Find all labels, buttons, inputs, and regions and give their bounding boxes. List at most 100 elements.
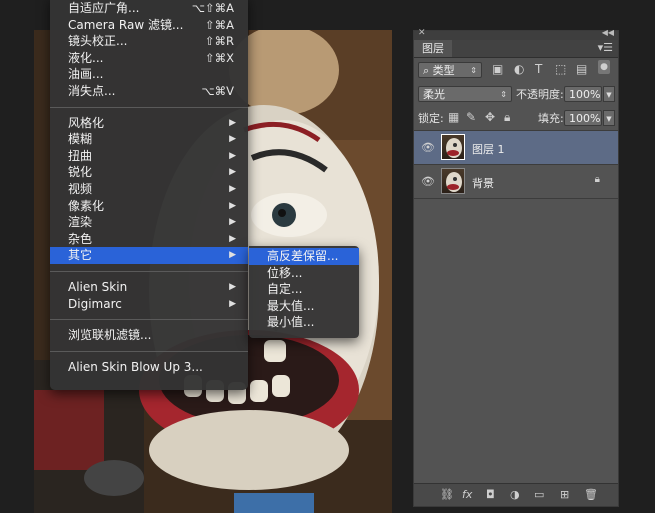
menu-item-label: 镜头校正...: [68, 34, 128, 49]
layers-panel: ✕ ◀◀ 图层 ▾☰ ⌕ 类型 ⇕ ▣ ◐ T ⬚ ▤ ● 柔光 ⇕ 不透明度:…: [413, 28, 619, 507]
menu-item-camera-raw[interactable]: Camera Raw 滤镜... ⇧⌘A: [50, 17, 248, 34]
layer-row-background[interactable]: 👁︎ 背景 🔒︎: [414, 165, 618, 199]
panel-title-strip: ✕ ◀◀: [414, 28, 618, 40]
menu-item-browse-filters-online[interactable]: 浏览联机滤镜...: [50, 327, 248, 344]
smart-object-filter-icon[interactable]: ▤: [576, 62, 587, 76]
blend-mode-dropdown[interactable]: 柔光 ⇕: [418, 86, 512, 102]
blend-mode-value: 柔光: [423, 88, 445, 101]
filter-menu: 自适应广角... ⌥⇧⌘A Camera Raw 滤镜... ⇧⌘A 镜头校正...…: [50, 0, 248, 390]
menu-item-noise[interactable]: 杂色 ▶: [50, 231, 248, 248]
menu-item-label: 模糊: [68, 132, 93, 147]
new-group-icon[interactable]: ▭: [534, 488, 544, 501]
menu-item-stylize[interactable]: 风格化 ▶: [50, 115, 248, 132]
menu-item-vanishing-point[interactable]: 消失点... ⌥⌘V: [50, 83, 248, 100]
filter-kind-value: 类型: [432, 64, 455, 77]
menu-item-label: 扭曲: [68, 148, 93, 163]
panel-menu-icon[interactable]: ▾☰: [598, 41, 613, 54]
menu-item-sharpen[interactable]: 锐化 ▶: [50, 164, 248, 181]
visibility-eye-icon[interactable]: 👁︎: [421, 141, 435, 154]
submenu-item-custom[interactable]: 自定...: [249, 281, 359, 298]
opacity-field[interactable]: 100%: [564, 86, 602, 102]
menu-item-digimarc[interactable]: Digimarc ▶: [50, 296, 248, 313]
submenu-arrow-icon: ▶: [229, 150, 236, 161]
lock-label: 锁定:: [418, 112, 444, 125]
opacity-label: 不透明度:: [516, 88, 564, 101]
lock-all-icon[interactable]: 🔒︎: [504, 110, 510, 125]
layer-filter-row: ⌕ 类型 ⇕ ▣ ◐ T ⬚ ▤ ●: [414, 58, 618, 82]
fill-label: 填充:: [538, 112, 564, 125]
chevron-down-icon: ⇕: [500, 90, 507, 99]
submenu-arrow-icon: ▶: [229, 250, 236, 261]
layers-panel-footer: ⛓ fx ◘ ◑ ▭ ⊞ 🗑︎: [414, 483, 618, 506]
opacity-slider-button[interactable]: ▼: [603, 86, 615, 102]
submenu-arrow-icon: ▶: [229, 281, 236, 292]
add-mask-icon[interactable]: ◘: [486, 488, 495, 501]
lock-pixels-icon[interactable]: ✎: [466, 110, 476, 124]
lock-row: 锁定: ▦ ✎ ✥ 🔒︎ 填充: 100% ▼: [414, 106, 618, 131]
menu-item-label: 消失点...: [68, 83, 116, 98]
fill-field[interactable]: 100%: [564, 110, 602, 126]
menu-item-pixelate[interactable]: 像素化 ▶: [50, 198, 248, 215]
submenu-arrow-icon: ▶: [229, 117, 236, 128]
adjustment-filter-icon[interactable]: ◐: [514, 62, 524, 76]
menu-item-lens-correction[interactable]: 镜头校正... ⇧⌘R: [50, 33, 248, 50]
menu-item-alien-skin[interactable]: Alien Skin ▶: [50, 279, 248, 296]
menu-item-oil-paint[interactable]: 油画...: [50, 66, 248, 83]
menu-item-distort[interactable]: 扭曲 ▶: [50, 148, 248, 165]
menu-shortcut: ⇧⌘A: [204, 17, 234, 32]
menu-item-label: Camera Raw 滤镜...: [68, 17, 184, 32]
menu-separator: [50, 106, 248, 108]
menu-item-label: Alien Skin: [68, 279, 128, 294]
fill-value: 100%: [569, 112, 601, 125]
menu-item-label: 视频: [68, 181, 93, 196]
menu-item-label: 最大值...: [267, 298, 315, 313]
submenu-item-maximum[interactable]: 最大值...: [249, 298, 359, 315]
visibility-eye-icon[interactable]: 👁︎: [421, 175, 435, 188]
menu-item-label: 杂色: [68, 231, 93, 246]
menu-separator: [50, 319, 248, 321]
menu-item-label: 渲染: [68, 215, 93, 230]
adjustment-layer-icon[interactable]: ◑: [510, 488, 520, 501]
submenu-arrow-icon: ▶: [229, 233, 236, 244]
close-icon[interactable]: ✕: [418, 28, 426, 38]
trash-icon[interactable]: 🗑︎: [584, 488, 598, 501]
filter-toggle-icon[interactable]: ●: [598, 60, 610, 74]
chevron-down-icon: ⇕: [470, 66, 477, 75]
search-icon: ⌕: [423, 64, 430, 77]
panel-tab-bar: 图层 ▾☰: [414, 40, 618, 58]
submenu-arrow-icon: ▶: [229, 167, 236, 178]
tab-layers[interactable]: 图层: [414, 40, 452, 57]
layer-row-layer-1[interactable]: 👁︎ 图层 1: [414, 131, 618, 165]
menu-item-adaptive-wide-angle[interactable]: 自适应广角... ⌥⇧⌘A: [50, 0, 248, 17]
menu-item-liquify[interactable]: 液化... ⇧⌘X: [50, 50, 248, 67]
menu-item-label: 锐化: [68, 165, 93, 180]
menu-item-blur[interactable]: 模糊 ▶: [50, 131, 248, 148]
menu-separator: [50, 270, 248, 272]
menu-item-label: 液化...: [68, 50, 104, 65]
layer-thumbnail: [441, 134, 465, 160]
menu-item-label: 高反差保留...: [267, 249, 339, 263]
submenu-item-offset[interactable]: 位移...: [249, 265, 359, 282]
submenu-arrow-icon: ▶: [229, 217, 236, 228]
lock-transparent-icon[interactable]: ▦: [448, 110, 459, 124]
blend-row: 柔光 ⇕ 不透明度: 100% ▼: [414, 82, 618, 106]
menu-item-other[interactable]: 其它 ▶: [50, 247, 248, 264]
collapse-icon[interactable]: ◀◀: [602, 28, 614, 37]
image-filter-icon[interactable]: ▣: [492, 62, 503, 76]
new-layer-icon[interactable]: ⊞: [560, 488, 569, 501]
fx-icon[interactable]: fx: [462, 488, 472, 501]
fill-slider-button[interactable]: ▼: [603, 110, 615, 126]
layers-list: 👁︎ 图层 1 👁︎ 背景 🔒︎: [414, 131, 618, 199]
shape-filter-icon[interactable]: ⬚: [555, 62, 566, 76]
link-layers-icon[interactable]: ⛓: [440, 488, 454, 501]
filter-kind-dropdown[interactable]: ⌕ 类型 ⇕: [418, 62, 482, 78]
submenu-item-high-pass[interactable]: 高反差保留...: [249, 248, 359, 265]
menu-item-video[interactable]: 视频 ▶: [50, 181, 248, 198]
menu-item-label: 其它: [68, 248, 93, 263]
type-filter-icon[interactable]: T: [535, 62, 542, 76]
layer-name: 图层 1: [472, 143, 505, 156]
lock-position-icon[interactable]: ✥: [485, 110, 495, 124]
menu-item-blow-up[interactable]: Alien Skin Blow Up 3...: [50, 359, 248, 376]
submenu-item-minimum[interactable]: 最小值...: [249, 314, 359, 331]
menu-item-render[interactable]: 渲染 ▶: [50, 214, 248, 231]
